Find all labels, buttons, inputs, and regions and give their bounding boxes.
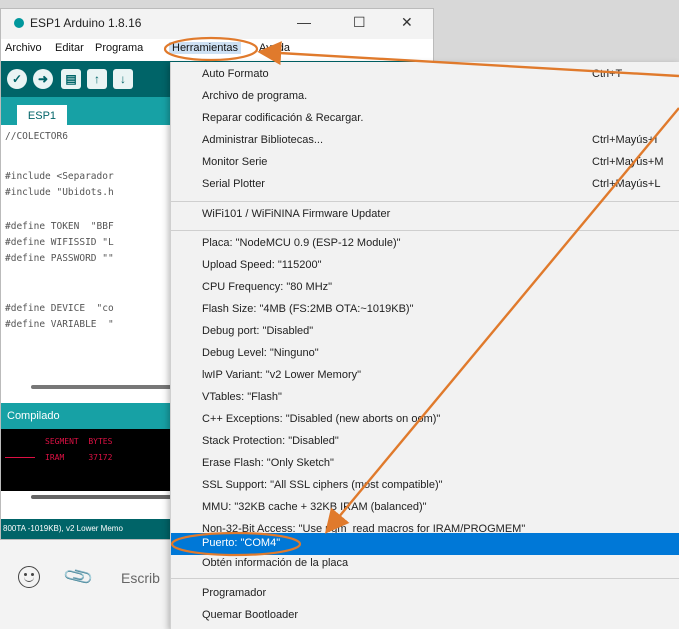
menu-item-firmware-updater[interactable]: WiFi101 / WiFiNINA Firmware Updater (171, 204, 679, 226)
verify-button[interactable]: ✓ (7, 69, 27, 89)
menu-archivo[interactable]: Archivo (5, 42, 42, 54)
menu-item-info-placa[interactable]: Obtén información de la placa (171, 553, 679, 575)
code-line: #define VARIABLE " (5, 319, 114, 330)
menu-item-serial-plotter[interactable]: Serial Plotter Ctrl+Mayús+L (171, 174, 679, 196)
menu-item-bibliotecas[interactable]: Administrar Bibliotecas... Ctrl+Mayús+I (171, 130, 679, 152)
menu-item-cpp-exceptions[interactable]: C++ Exceptions: "Disabled (new aborts on… (171, 409, 679, 431)
console-scrollbar[interactable] (31, 495, 181, 499)
console-line: SEGMENT BYTES (45, 437, 113, 446)
minimize-button[interactable]: — (297, 14, 311, 30)
menu-item-erase-flash[interactable]: Erase Flash: "Only Sketch" (171, 453, 679, 475)
title-bar: ESP1 Arduino 1.8.16 — ☐ ✕ (1, 9, 433, 39)
menu-item-vtables[interactable]: VTables: "Flash" (171, 387, 679, 409)
arduino-app-icon (14, 18, 24, 28)
open-button[interactable]: ↑ (87, 69, 107, 89)
upload-button[interactable]: ➜ (33, 69, 53, 89)
console-status: Compilado (7, 410, 60, 422)
menu-item-upload-speed[interactable]: Upload Speed: "115200" (171, 255, 679, 277)
new-file-icon: ▤ (65, 72, 77, 86)
menu-ayuda[interactable]: Ayuda (259, 42, 290, 54)
menu-item-archivo-programa[interactable]: Archivo de programa. (171, 86, 679, 108)
menu-editar[interactable]: Editar (55, 42, 84, 54)
menu-separator (171, 201, 679, 202)
emoji-icon[interactable] (18, 566, 40, 588)
menu-item-cpu-frequency[interactable]: CPU Frequency: "80 MHz" (171, 277, 679, 299)
window-title: ESP1 Arduino 1.8.16 (30, 16, 142, 30)
code-line: #define DEVICE "co (5, 303, 114, 314)
menu-separator (171, 578, 679, 579)
menu-item-placa[interactable]: Placa: "NodeMCU 0.9 (ESP-12 Module)" (171, 233, 679, 255)
menu-item-debug-level[interactable]: Debug Level: "Ninguno" (171, 343, 679, 365)
down-arrow-icon: ↓ (120, 72, 126, 86)
menu-separator (171, 230, 679, 231)
menu-item-auto-formato[interactable]: Auto Formato Ctrl+T (171, 64, 679, 86)
code-line: #include <Separador (5, 171, 114, 182)
editor-scrollbar[interactable] (31, 385, 191, 389)
save-button[interactable]: ↓ (113, 69, 133, 89)
menu-item-reparar[interactable]: Reparar codificación & Recargar. (171, 108, 679, 130)
menu-item-debug-port[interactable]: Debug port: "Disabled" (171, 321, 679, 343)
herramientas-menu: Auto Formato Ctrl+T Archivo de programa. … (170, 62, 679, 629)
code-line: #include "Ubidots.h (5, 187, 114, 198)
menu-item-puerto[interactable]: Puerto: "COM4" (171, 533, 679, 555)
menu-item-quemar-bootloader[interactable]: Quemar Bootloader (171, 605, 679, 627)
code-line: //COLECTOR6 (5, 131, 68, 142)
menu-item-stack-protection[interactable]: Stack Protection: "Disabled" (171, 431, 679, 453)
code-line: #define PASSWORD "" (5, 253, 114, 264)
check-icon: ✓ (11, 72, 23, 86)
menu-item-programador[interactable]: Programador (171, 583, 679, 605)
menu-item-lwip-variant[interactable]: lwIP Variant: "v2 Lower Memory" (171, 365, 679, 387)
chat-message-input[interactable]: Escrib (121, 570, 160, 586)
menu-programa[interactable]: Programa (95, 42, 143, 54)
console-marker (5, 457, 35, 458)
menu-bar: Archivo Editar Programa Herramientas Ayu… (1, 39, 433, 59)
board-status: 800TA -1019KB), v2 Lower Memo (3, 524, 123, 533)
code-line: #define TOKEN "BBF (5, 221, 114, 232)
menu-item-ssl-support[interactable]: SSL Support: "All SSL ciphers (most comp… (171, 475, 679, 497)
close-button[interactable]: ✕ (401, 14, 413, 31)
console-line: IRAM 37172 (45, 453, 113, 462)
menu-item-flash-size[interactable]: Flash Size: "4MB (FS:2MB OTA:~1019KB)" (171, 299, 679, 321)
menu-item-mmu[interactable]: MMU: "32KB cache + 32KB IRAM (balanced)" (171, 497, 679, 519)
code-line: #define WIFISSID "L (5, 237, 114, 248)
up-arrow-icon: ↑ (94, 72, 100, 86)
new-button[interactable]: ▤ (61, 69, 81, 89)
menu-herramientas[interactable]: Herramientas (169, 42, 242, 54)
arrow-right-icon: ➜ (37, 72, 49, 86)
maximize-button[interactable]: ☐ (353, 14, 366, 31)
menu-item-monitor-serie[interactable]: Monitor Serie Ctrl+Mayús+M (171, 152, 679, 174)
tab-esp1[interactable]: ESP1 (17, 105, 67, 125)
